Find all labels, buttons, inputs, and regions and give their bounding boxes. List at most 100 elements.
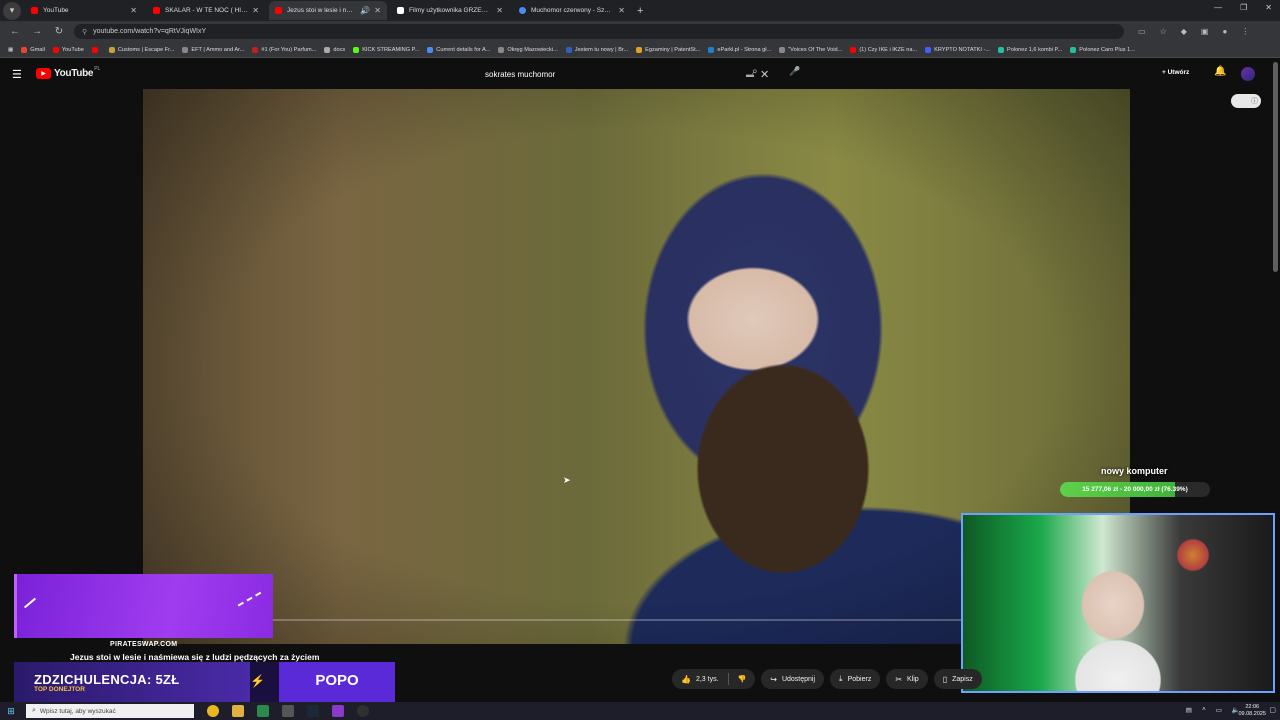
browser-tab[interactable]: Muchomor czerwony - Szukaj ✕ xyxy=(513,1,631,20)
minimize-icon[interactable]: — xyxy=(1214,3,1222,12)
tab-close-icon[interactable]: ✕ xyxy=(496,6,503,15)
save-button[interactable]: ▯ Zapisz xyxy=(933,669,982,689)
speaker-icon[interactable]: 🔊 xyxy=(360,6,370,15)
donation-banner: ZDZICHULENCJA: 5ZŁ TOP DONEJTOR ⚡ POPO xyxy=(14,662,395,702)
tiktok-favicon-icon xyxy=(397,7,404,14)
bookmark-item[interactable]: Polonez 1,6 kombi P... xyxy=(997,46,1062,53)
scissors-icon: ✂ xyxy=(895,674,903,684)
menu-dots-icon[interactable]: ⋮ xyxy=(1241,27,1249,36)
bookmark-item[interactable]: Polonez Caro Plus 1... xyxy=(1070,46,1135,53)
search-icon[interactable]: ⌕ xyxy=(752,66,758,77)
tab-close-icon[interactable]: ✕ xyxy=(252,6,259,15)
tab-close-icon[interactable]: ✕ xyxy=(618,6,625,15)
system-tray: ▤ ˄ ▭ 🔈 xyxy=(1186,706,1240,714)
steam-icon[interactable] xyxy=(307,705,319,717)
bookmark-item[interactable]: Customs | Escape Fr... xyxy=(108,46,174,53)
bookmarks-bar: ▦ Gmail YouTube Customs | Escape Fr... E… xyxy=(0,42,1280,58)
app-icon[interactable] xyxy=(332,705,344,717)
bookmark-item[interactable]: Egzaminy | PatentSt... xyxy=(636,46,700,53)
site-info-icon[interactable]: ⚲ xyxy=(82,28,87,36)
youtube-logo[interactable]: ▶ YouTube PL xyxy=(36,66,100,79)
close-window-icon[interactable]: ✕ xyxy=(1265,3,1272,12)
browser-tab[interactable]: Filmy użytkownika GRZESIU.P ✕ xyxy=(391,1,509,20)
download-button[interactable]: ⤓ Pobierz xyxy=(830,669,881,689)
clock-date: 09.08.2025 xyxy=(1238,711,1266,717)
network-icon[interactable]: ▭ xyxy=(1216,706,1222,714)
maximize-icon[interactable]: ❐ xyxy=(1240,3,1247,12)
tab-close-icon[interactable]: ✕ xyxy=(130,6,137,15)
profile-icon[interactable]: ● xyxy=(1222,27,1227,36)
avatar[interactable] xyxy=(1241,67,1255,81)
tab-title: YouTube xyxy=(43,7,69,14)
microphone-icon[interactable]: 🎤 xyxy=(789,66,800,77)
download-icon: ⤓ xyxy=(839,674,843,683)
bookmark-item[interactable] xyxy=(91,46,101,53)
system-clock[interactable]: 22:06 09.08.2025 xyxy=(1238,704,1266,718)
notifications-bell-icon[interactable]: 🔔 xyxy=(1214,66,1226,77)
extension-icon[interactable]: ◆ xyxy=(1181,27,1187,36)
notifications-icon[interactable]: ▢ xyxy=(1269,706,1276,714)
bookmark-item[interactable]: (1) Czy IKE i IKZE na... xyxy=(850,46,917,53)
tab-close-icon[interactable]: ✕ xyxy=(374,6,381,15)
address-bar: ← → ↻ ⚲ youtube.com/watch?v=qRtVJiqWIxY … xyxy=(0,21,1280,42)
youtube-icon xyxy=(52,46,59,53)
thumbs-up-icon: 👍 xyxy=(681,674,691,684)
page-scrollbar[interactable] xyxy=(1273,62,1278,272)
share-button[interactable]: ↪ Udostępnij xyxy=(761,669,825,689)
bookmark-star-icon[interactable]: ☆ xyxy=(1160,27,1167,36)
clip-button[interactable]: ✂ Klip xyxy=(886,669,928,689)
bookmark-folder[interactable]: docs xyxy=(324,46,345,53)
extensions-puzzle-icon[interactable]: ▣ xyxy=(1201,27,1209,36)
taskbar-search-field[interactable]: ⌕ Wpisz tutaj, aby wyszukać xyxy=(26,704,194,718)
bookmark-item[interactable]: Okręg Mazowiecki... xyxy=(498,46,558,53)
url-field[interactable]: ⚲ youtube.com/watch?v=qRtVJiqWIxY xyxy=(74,24,1124,39)
reload-icon[interactable]: ↻ xyxy=(52,26,66,37)
bookmark-item[interactable]: EFT | Ammo and Ar... xyxy=(182,46,244,53)
back-icon[interactable]: ← xyxy=(8,26,22,37)
search-input[interactable] xyxy=(476,65,746,84)
dislike-button[interactable]: 👎 xyxy=(729,669,756,689)
top-donor-label: TOP DONEJTOR xyxy=(34,686,85,693)
bookmark-item[interactable]: Current details for A... xyxy=(427,46,490,53)
chevron-up-icon[interactable]: ˄ xyxy=(1202,706,1206,714)
sponsor-label: PIRATESWAP.COM xyxy=(110,641,178,648)
forward-icon[interactable]: → xyxy=(30,26,44,37)
info-toggle[interactable]: ⓘ xyxy=(1231,94,1261,108)
bookmark-item[interactable]: "Voices Of The Void... xyxy=(779,46,842,53)
hamburger-menu-icon[interactable]: ☰ xyxy=(12,68,22,81)
like-button[interactable]: 👍 2,3 tys. xyxy=(672,669,728,689)
bookmark-item[interactable]: Gmail xyxy=(21,46,45,53)
tab-search-icon[interactable]: ▾ xyxy=(3,1,21,20)
keyboard-layout-icon[interactable]: ▤ xyxy=(1186,706,1192,714)
browser-tab-active[interactable]: Jezus stoi w lesie i naśmiew 🔊 ✕ xyxy=(269,1,387,20)
app-icon[interactable] xyxy=(282,705,294,717)
file-explorer-icon[interactable] xyxy=(232,705,244,717)
top-donor-name: POPO xyxy=(315,672,359,689)
youtube-play-icon: ▶ xyxy=(36,68,51,79)
bookmark-icon xyxy=(779,46,786,53)
browser-tab[interactable]: YouTube ✕ xyxy=(25,1,143,20)
goal-title: nowy komputer xyxy=(1101,466,1168,476)
bookmark-item[interactable]: KRYPTO NOTATKI -... xyxy=(925,46,990,53)
cast-icon[interactable]: ▭ xyxy=(1138,27,1146,36)
gmail-icon xyxy=(21,46,28,53)
bookmark-item[interactable]: #1 (For You) Parfum... xyxy=(252,46,316,53)
search-icon: ⌕ xyxy=(32,707,36,714)
bookmark-icon xyxy=(997,46,1004,53)
bookmark-item[interactable]: KICK STREAMING P... xyxy=(353,46,419,53)
tab-title: Filmy użytkownika GRZESIU.P xyxy=(409,7,493,14)
app-icon[interactable] xyxy=(257,705,269,717)
new-tab-button[interactable]: + xyxy=(637,5,643,17)
bookmark-item[interactable]: eParkl.pl - Strona gł... xyxy=(708,46,771,53)
clear-search-icon[interactable]: ✕ xyxy=(760,68,769,81)
browser-tab[interactable]: SKALAR - W TE NOC ( HIT Dis ✕ xyxy=(147,1,265,20)
bookmark-item[interactable]: YouTube xyxy=(52,46,84,53)
create-button[interactable]: + Utwórz xyxy=(1162,69,1189,76)
apps-grid-icon[interactable]: ▦ xyxy=(8,47,13,53)
obs-icon[interactable] xyxy=(357,705,369,717)
bookmark-icon xyxy=(182,46,189,53)
bookmark-item[interactable]: Jestem tu nowy | Br... xyxy=(565,46,628,53)
info-icon: ⓘ xyxy=(1251,98,1258,105)
chrome-icon[interactable] xyxy=(207,705,219,717)
windows-start-icon[interactable]: ⊞ xyxy=(4,706,18,717)
